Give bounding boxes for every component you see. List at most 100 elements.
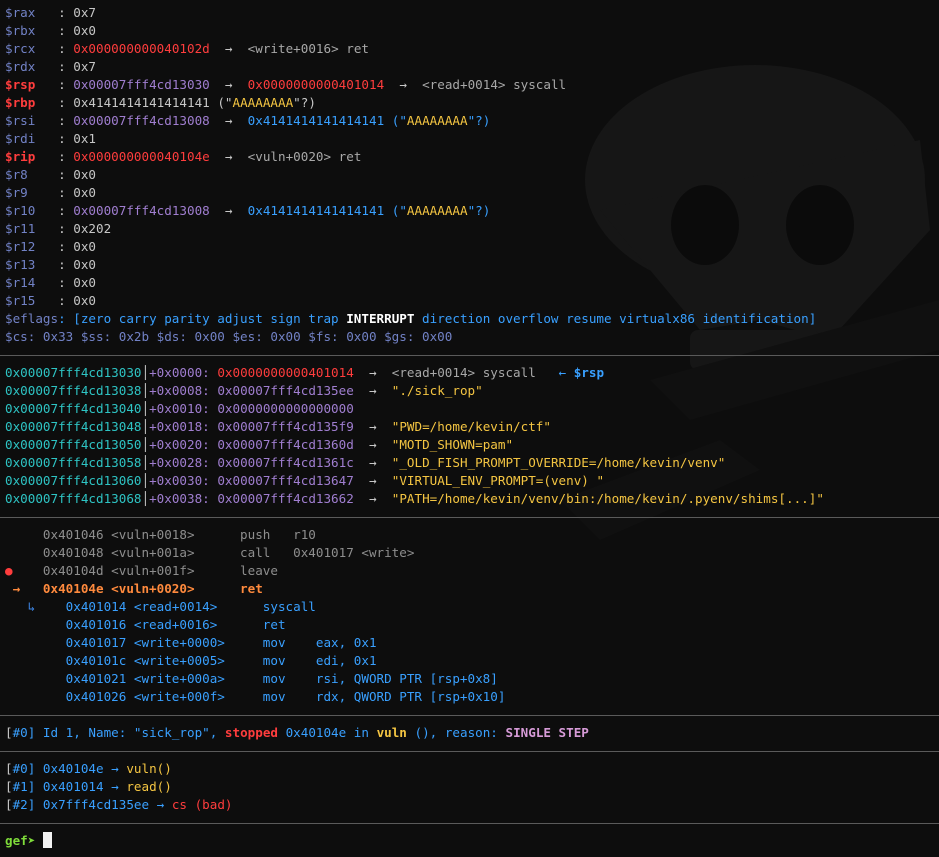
terminal-text-segment: #2 bbox=[12, 797, 28, 812]
terminal-line: 0x00007fff4cd13040│+0x0010: 0x0000000000… bbox=[5, 400, 354, 418]
terminal-text-segment: 0x0000000000401014 bbox=[217, 365, 354, 380]
terminal-text-segment: 0x00007fff4cd13038 bbox=[5, 383, 142, 398]
section-separator bbox=[0, 355, 939, 356]
terminal-text-segment: 0x000000000040102d bbox=[73, 41, 210, 56]
terminal-text-segment: → bbox=[209, 203, 248, 218]
terminal-text-segment: vuln() bbox=[126, 761, 172, 776]
terminal-text-segment: $r9 bbox=[5, 185, 36, 200]
terminal-text-segment: $rsp bbox=[5, 77, 36, 92]
terminal-text-segment: INTERRUPT bbox=[346, 311, 415, 326]
terminal-text-segment: $cs: 0x33 $ss: 0x2b $ds: 0x00 $es: 0x00 … bbox=[5, 329, 453, 344]
terminal-text-segment: 0x4141414141414141 bbox=[247, 203, 385, 218]
terminal-text-segment: AAAAAAAA bbox=[406, 203, 468, 218]
terminal-text-segment: ] 0x401014 → bbox=[27, 779, 127, 794]
section-separator bbox=[0, 715, 939, 716]
terminal-text-segment: +0x0008: bbox=[149, 383, 218, 398]
section-separator bbox=[0, 751, 939, 752]
terminal-text-segment: AAAAAAAA bbox=[406, 113, 468, 128]
terminal-text-segment: 0x00007fff4cd1360d bbox=[217, 437, 354, 452]
terminal-text-segment: : bbox=[35, 203, 74, 218]
terminal-text-segment: 0x00007fff4cd13008 bbox=[73, 203, 210, 218]
terminal-text-segment: 0x0 bbox=[73, 23, 97, 38]
terminal-text-segment: │ bbox=[141, 473, 150, 488]
terminal-text-segment: $rsi bbox=[5, 113, 36, 128]
terminal-text-segment: $r14 bbox=[5, 275, 36, 290]
terminal-text-segment: direction overflow resume virtualx86 ide… bbox=[414, 311, 817, 326]
terminal-text-segment: 0x0 bbox=[73, 239, 97, 254]
terminal-line: [#0] Id 1, Name: "sick_rop", stopped 0x4… bbox=[5, 724, 589, 742]
terminal-line: 0x00007fff4cd13030│+0x0000: 0x0000000000… bbox=[5, 364, 604, 382]
terminal-line: $rbp : 0x4141414141414141 ("AAAAAAAA"?) bbox=[5, 94, 316, 112]
terminal-line: [#1] 0x401014 → read() bbox=[5, 778, 172, 796]
terminal-text-segment: "?) bbox=[467, 203, 491, 218]
terminal-text-segment: read() bbox=[126, 779, 172, 794]
terminal-text-segment: "_OLD_FISH_PROMPT_OVERRIDE=/home/kevin/v… bbox=[391, 455, 726, 470]
terminal-text-segment: : bbox=[35, 77, 74, 92]
terminal-text-segment: $rip bbox=[5, 149, 36, 164]
terminal-text-segment: "?) bbox=[467, 113, 491, 128]
terminal-line: $r10 : 0x00007fff4cd13008 → 0x4141414141… bbox=[5, 202, 490, 220]
terminal-text-segment: ] Id 1, Name: "sick_rop", bbox=[27, 725, 225, 740]
terminal-text-segment: 0x1 bbox=[73, 131, 97, 146]
terminal-line: $r12 : 0x0 bbox=[5, 238, 96, 256]
terminal-text-segment: 0x4141414141414141 bbox=[247, 113, 385, 128]
terminal-text-segment: $rdi bbox=[5, 131, 36, 146]
terminal-text-segment: $rax bbox=[5, 5, 36, 20]
terminal-text-segment: +0x0028: bbox=[149, 455, 218, 470]
terminal-line: 0x00007fff4cd13050│+0x0020: 0x00007fff4c… bbox=[5, 436, 513, 454]
terminal-text-segment: → bbox=[353, 365, 392, 380]
terminal-text-segment: → bbox=[209, 149, 248, 164]
terminal-text-segment: ] 0x40104e → bbox=[27, 761, 127, 776]
terminal-text-segment: → bbox=[353, 473, 392, 488]
terminal-text-segment: "PWD=/home/kevin/ctf" bbox=[391, 419, 551, 434]
terminal-text-segment: 0x40104d <vuln+001f> leave bbox=[12, 563, 278, 578]
terminal-text-segment: 0x00007fff4cd135ee bbox=[217, 383, 354, 398]
terminal-text-segment: $r15 bbox=[5, 293, 36, 308]
terminal-line: $rcx : 0x000000000040102d → <write+0016>… bbox=[5, 40, 369, 58]
terminal-line: $r8 : 0x0 bbox=[5, 166, 96, 184]
terminal-text-segment: │ bbox=[141, 437, 150, 452]
terminal-text-segment: → bbox=[209, 113, 248, 128]
terminal-text-segment: [ bbox=[5, 761, 13, 776]
terminal-line: 0x401017 <write+0000> mov eax, 0x1 bbox=[5, 634, 377, 652]
terminal-text-segment: +0x0030: bbox=[149, 473, 218, 488]
terminal-text-segment: $eflags bbox=[5, 311, 59, 326]
terminal-text-segment: "?) bbox=[293, 95, 316, 110]
terminal-text-segment: +0x0018: bbox=[149, 419, 218, 434]
gef-terminal[interactable]: $rax : 0x7 $rbx : 0x0 $rcx : 0x00000000004… bbox=[0, 0, 939, 857]
terminal-text-segment: : bbox=[35, 293, 74, 308]
terminal-text-segment: ↳ bbox=[5, 599, 36, 614]
terminal-text-segment: <read+0014> syscall bbox=[391, 365, 536, 380]
terminal-text-segment: "./sick_rop" bbox=[391, 383, 483, 398]
section-separator bbox=[0, 517, 939, 518]
terminal-line: $r13 : 0x0 bbox=[5, 256, 96, 274]
terminal-text-segment: 0x0 bbox=[73, 257, 97, 272]
terminal-text-segment: : bbox=[35, 5, 74, 20]
terminal-text-segment: │ bbox=[141, 383, 150, 398]
terminal-text-segment: (" bbox=[384, 113, 407, 128]
terminal-text-segment: 0x40104e in bbox=[277, 725, 377, 740]
terminal-text-segment: : bbox=[35, 167, 74, 182]
terminal-text-segment: 0x00007fff4cd13662 bbox=[217, 491, 354, 506]
terminal-line: $rsi : 0x00007fff4cd13008 → 0x4141414141… bbox=[5, 112, 490, 130]
text-cursor[interactable] bbox=[42, 832, 52, 848]
terminal-line: 0x401026 <write+000f> mov rdx, QWORD PTR… bbox=[5, 688, 506, 706]
terminal-text-segment: 0x0 bbox=[73, 185, 97, 200]
terminal-line: $eflags: [zero carry parity adjust sign … bbox=[5, 310, 816, 328]
terminal-line: $cs: 0x33 $ss: 0x2b $ds: 0x00 $es: 0x00 … bbox=[5, 328, 452, 346]
terminal-text-segment: : bbox=[35, 95, 74, 110]
terminal-text-segment: ] 0x7fff4cd135ee → bbox=[27, 797, 172, 812]
terminal-text-segment: → bbox=[209, 77, 248, 92]
terminal-text-segment: 0x00007fff4cd13068 bbox=[5, 491, 142, 506]
terminal-line: gef➤ bbox=[5, 832, 52, 850]
terminal-text-segment: <write+0016> ret bbox=[247, 41, 369, 56]
terminal-text-segment: → bbox=[384, 77, 423, 92]
terminal-text-segment: → bbox=[353, 383, 392, 398]
terminal-text-segment: 0x4141414141414141 bbox=[73, 95, 210, 110]
terminal-text-segment: 0x0 bbox=[73, 167, 97, 182]
terminal-text-segment: $r12 bbox=[5, 239, 36, 254]
terminal-text-segment: 0x00007fff4cd13048 bbox=[5, 419, 142, 434]
terminal-text-segment: │ bbox=[141, 491, 150, 506]
terminal-line: 0x00007fff4cd13038│+0x0008: 0x00007fff4c… bbox=[5, 382, 483, 400]
terminal-text-segment: 0x401021 <write+000a> mov rsi, QWORD PTR… bbox=[5, 671, 498, 686]
